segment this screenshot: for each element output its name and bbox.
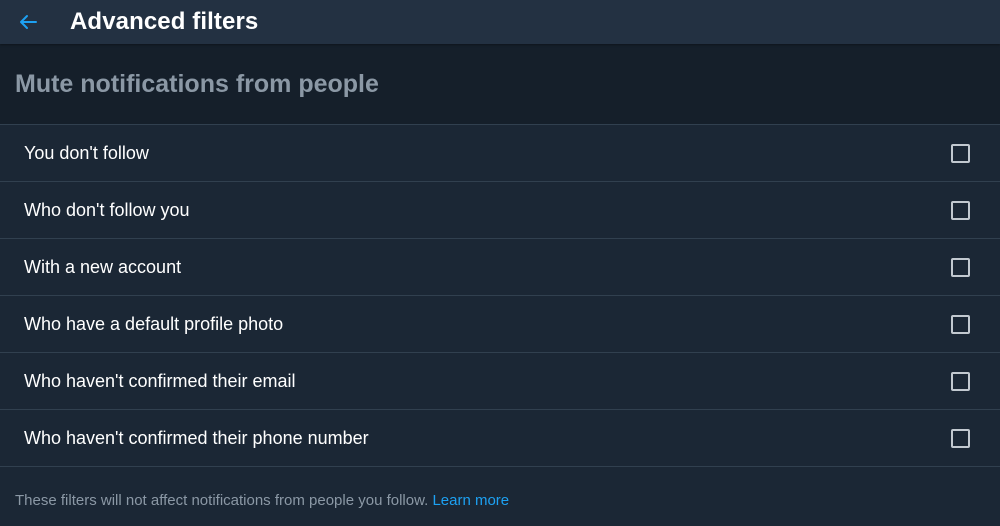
filter-row-new-account[interactable]: With a new account (0, 239, 1000, 296)
learn-more-link[interactable]: Learn more (432, 492, 509, 509)
filter-row-dont-follow[interactable]: You don't follow (0, 125, 1000, 182)
filter-label: Who don't follow you (24, 199, 190, 220)
back-button[interactable] (0, 0, 56, 44)
checkbox-unconfirmed-email[interactable] (951, 371, 970, 391)
filter-list: You don't follow Who don't follow you Wi… (0, 125, 1000, 467)
footer-text: These filters will not affect notificati… (15, 492, 429, 509)
footer-note: These filters will not affect notificati… (0, 467, 1000, 509)
checkbox-dont-follow[interactable] (951, 143, 970, 163)
filter-row-unconfirmed-email[interactable]: Who haven't confirmed their email (0, 353, 1000, 410)
back-arrow-icon (20, 15, 37, 29)
section-title: Mute notifications from people (15, 69, 379, 98)
top-app-bar: Advanced filters (0, 0, 1000, 44)
filter-label: You don't follow (24, 142, 149, 163)
checkbox-dont-follow-you[interactable] (951, 200, 970, 220)
checkbox-default-photo[interactable] (951, 314, 970, 334)
filter-label: Who haven't confirmed their email (24, 370, 296, 391)
filter-row-dont-follow-you[interactable]: Who don't follow you (0, 182, 1000, 239)
filter-row-unconfirmed-phone[interactable]: Who haven't confirmed their phone number (0, 410, 1000, 467)
filter-label: Who haven't confirmed their phone number (24, 427, 369, 448)
filter-label: Who have a default profile photo (24, 313, 284, 334)
advanced-filters-screen: Advanced filters Mute notifications from… (0, 0, 1000, 526)
filter-row-default-photo[interactable]: Who have a default profile photo (0, 296, 1000, 353)
checkbox-unconfirmed-phone[interactable] (951, 428, 970, 448)
checkbox-new-account[interactable] (951, 257, 970, 277)
section-header: Mute notifications from people (0, 44, 1000, 125)
filter-label: With a new account (24, 256, 182, 277)
page-title: Advanced filters (70, 8, 259, 35)
